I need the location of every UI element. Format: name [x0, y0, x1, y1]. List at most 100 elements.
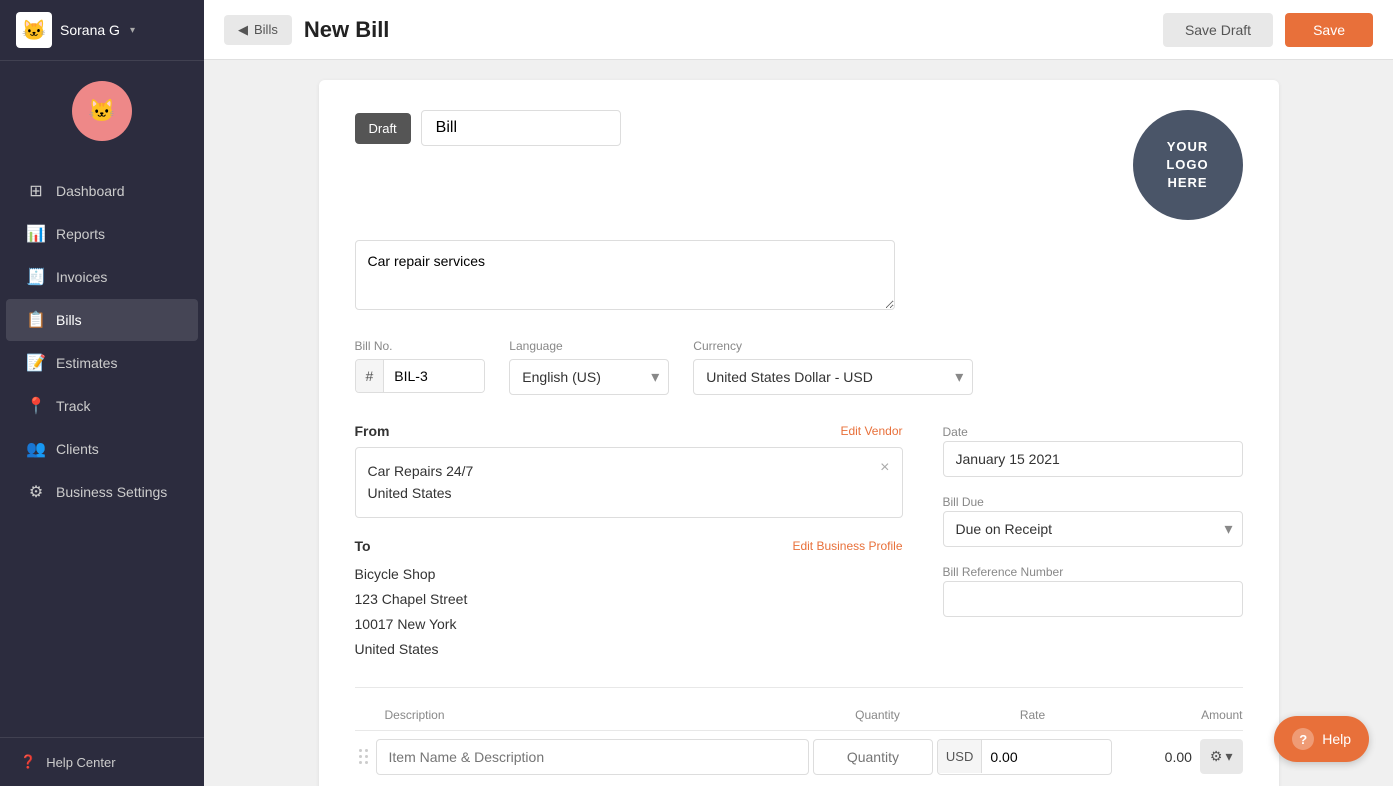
- page-title: New Bill: [304, 17, 1151, 43]
- main-content: ◀ Bills New Bill Save Draft Save Draft Y…: [204, 0, 1393, 786]
- sidebar-item-dashboard[interactable]: ⊞ Dashboard: [6, 170, 198, 212]
- sidebar-item-label: Reports: [56, 226, 105, 242]
- bill-no-wrapper: #: [355, 359, 486, 393]
- bill-due-select-wrapper: Due on Receipt Net 15 Net 30 Net 60: [943, 511, 1243, 547]
- rate-currency-label: USD: [938, 740, 982, 773]
- help-center-icon: ❓: [20, 754, 36, 770]
- col-quantity: Quantity: [813, 708, 943, 722]
- draft-badge: Draft: [355, 113, 411, 144]
- invoices-icon: 🧾: [26, 267, 46, 287]
- from-country: United States: [368, 482, 474, 504]
- col-amount: Amount: [1123, 708, 1243, 722]
- sidebar-item-bills[interactable]: 📋 Bills: [6, 299, 198, 341]
- sidebar-item-label: Dashboard: [56, 183, 125, 199]
- chevron-down-icon: ▾: [130, 25, 135, 36]
- sidebar-item-business-settings[interactable]: ⚙ Business Settings: [6, 471, 198, 513]
- back-button[interactable]: ◀ Bills: [224, 15, 292, 45]
- save-draft-button[interactable]: Save Draft: [1163, 13, 1273, 47]
- bill-type-section: Draft: [355, 110, 621, 146]
- logo-icon: 🐱: [72, 81, 132, 141]
- bill-ref-input[interactable]: [943, 581, 1243, 617]
- avatar: 🐱: [16, 12, 52, 48]
- currency-select[interactable]: United States Dollar - USD Euro - EUR Br…: [693, 359, 973, 395]
- to-label: To: [355, 538, 371, 554]
- business-settings-icon: ⚙: [26, 482, 46, 502]
- topbar: ◀ Bills New Bill Save Draft Save: [204, 0, 1393, 60]
- edit-vendor-link[interactable]: Edit Vendor: [840, 424, 902, 438]
- bill-header-row: Draft YOURLOGOHERE: [355, 110, 1243, 220]
- date-section: Date Bill Due Due on Receipt Net 15 Net …: [943, 423, 1243, 663]
- bill-no-prefix: #: [356, 360, 385, 392]
- to-label-row: To Edit Business Profile: [355, 538, 903, 554]
- language-field: Language English (US) French Spanish: [509, 339, 669, 395]
- to-city-zip: 10017 New York: [355, 612, 903, 637]
- divider: [355, 687, 1243, 688]
- gear-chevron-icon: ▾: [1225, 748, 1232, 765]
- from-section: From Edit Vendor Car Repairs 24/7 United…: [355, 423, 903, 663]
- language-select-wrapper: English (US) French Spanish: [509, 359, 669, 395]
- drag-handle[interactable]: [355, 749, 372, 764]
- sidebar-item-label: Estimates: [56, 355, 117, 371]
- sidebar-item-invoices[interactable]: 🧾 Invoices: [6, 256, 198, 298]
- to-country: United States: [355, 637, 903, 662]
- help-fab-icon: ?: [1292, 728, 1314, 750]
- sidebar-item-reports[interactable]: 📊 Reports: [6, 213, 198, 255]
- track-icon: 📍: [26, 396, 46, 416]
- currency-label: Currency: [693, 339, 973, 353]
- bill-ref-label: Bill Reference Number: [943, 565, 1064, 579]
- from-address: Car Repairs 24/7 United States: [368, 460, 474, 505]
- back-button-label: Bills: [254, 22, 278, 37]
- currency-select-wrapper: United States Dollar - USD Euro - EUR Br…: [693, 359, 973, 395]
- table-row: USD 0.00 ⚙ ▾: [355, 739, 1243, 775]
- edit-business-profile-link[interactable]: Edit Business Profile: [792, 539, 902, 553]
- save-button[interactable]: Save: [1285, 13, 1373, 47]
- to-address: Bicycle Shop 123 Chapel Street 10017 New…: [355, 562, 903, 663]
- reports-icon: 📊: [26, 224, 46, 244]
- bill-card: Draft YOURLOGOHERE Car repair services B…: [319, 80, 1279, 786]
- sidebar: 🐱 Sorana G ▾ 🐱 ⊞ Dashboard 📊 Reports 🧾 I…: [0, 0, 204, 786]
- bill-description-input[interactable]: Car repair services: [355, 240, 895, 310]
- help-fab-label: Help: [1322, 731, 1351, 747]
- date-field-group: Date: [943, 423, 1243, 477]
- user-name: Sorana G: [60, 22, 120, 38]
- help-center-label: Help Center: [46, 755, 115, 770]
- bills-icon: 📋: [26, 310, 46, 330]
- bill-due-select[interactable]: Due on Receipt Net 15 Net 30 Net 60: [943, 511, 1243, 547]
- gear-icon: ⚙: [1210, 748, 1223, 765]
- to-section: To Edit Business Profile Bicycle Shop 12…: [355, 538, 903, 663]
- amount-value: 0.00: [1116, 749, 1196, 765]
- bill-no-input[interactable]: [384, 360, 484, 392]
- bill-title-input[interactable]: [421, 110, 621, 146]
- sidebar-item-track[interactable]: 📍 Track: [6, 385, 198, 427]
- to-name: Bicycle Shop: [355, 562, 903, 587]
- sidebar-item-estimates[interactable]: 📝 Estimates: [6, 342, 198, 384]
- language-select[interactable]: English (US) French Spanish: [509, 359, 669, 395]
- chevron-left-icon: ◀: [238, 22, 248, 38]
- from-box: Car Repairs 24/7 United States ×: [355, 447, 903, 518]
- content-area: Draft YOURLOGOHERE Car repair services B…: [204, 60, 1393, 786]
- help-center-item[interactable]: ❓ Help Center: [20, 754, 184, 770]
- sidebar-user[interactable]: 🐱 Sorana G ▾: [0, 0, 204, 61]
- sidebar-logo: 🐱: [0, 61, 204, 161]
- rate-input[interactable]: [982, 740, 1052, 774]
- dashboard-icon: ⊞: [26, 181, 46, 201]
- bill-no-label: Bill No.: [355, 339, 486, 353]
- help-fab[interactable]: ? Help: [1274, 716, 1369, 762]
- sidebar-item-clients[interactable]: 👥 Clients: [6, 428, 198, 470]
- sidebar-nav: ⊞ Dashboard 📊 Reports 🧾 Invoices 📋 Bills…: [0, 161, 204, 737]
- logo-placeholder[interactable]: YOURLOGOHERE: [1133, 110, 1243, 220]
- date-input[interactable]: [943, 441, 1243, 477]
- to-street: 123 Chapel Street: [355, 587, 903, 612]
- sidebar-item-label: Track: [56, 398, 90, 414]
- rate-section: USD: [937, 739, 1112, 775]
- from-to-date-row: From Edit Vendor Car Repairs 24/7 United…: [355, 423, 1243, 663]
- item-description-input[interactable]: [376, 739, 809, 775]
- sidebar-item-label: Bills: [56, 312, 82, 328]
- close-icon[interactable]: ×: [880, 460, 889, 476]
- quantity-input[interactable]: [813, 739, 933, 775]
- gear-button[interactable]: ⚙ ▾: [1200, 739, 1243, 774]
- sidebar-item-label: Invoices: [56, 269, 107, 285]
- bill-ref-field-group: Bill Reference Number: [943, 563, 1243, 617]
- from-label-row: From Edit Vendor: [355, 423, 903, 439]
- col-rate: Rate: [943, 708, 1123, 722]
